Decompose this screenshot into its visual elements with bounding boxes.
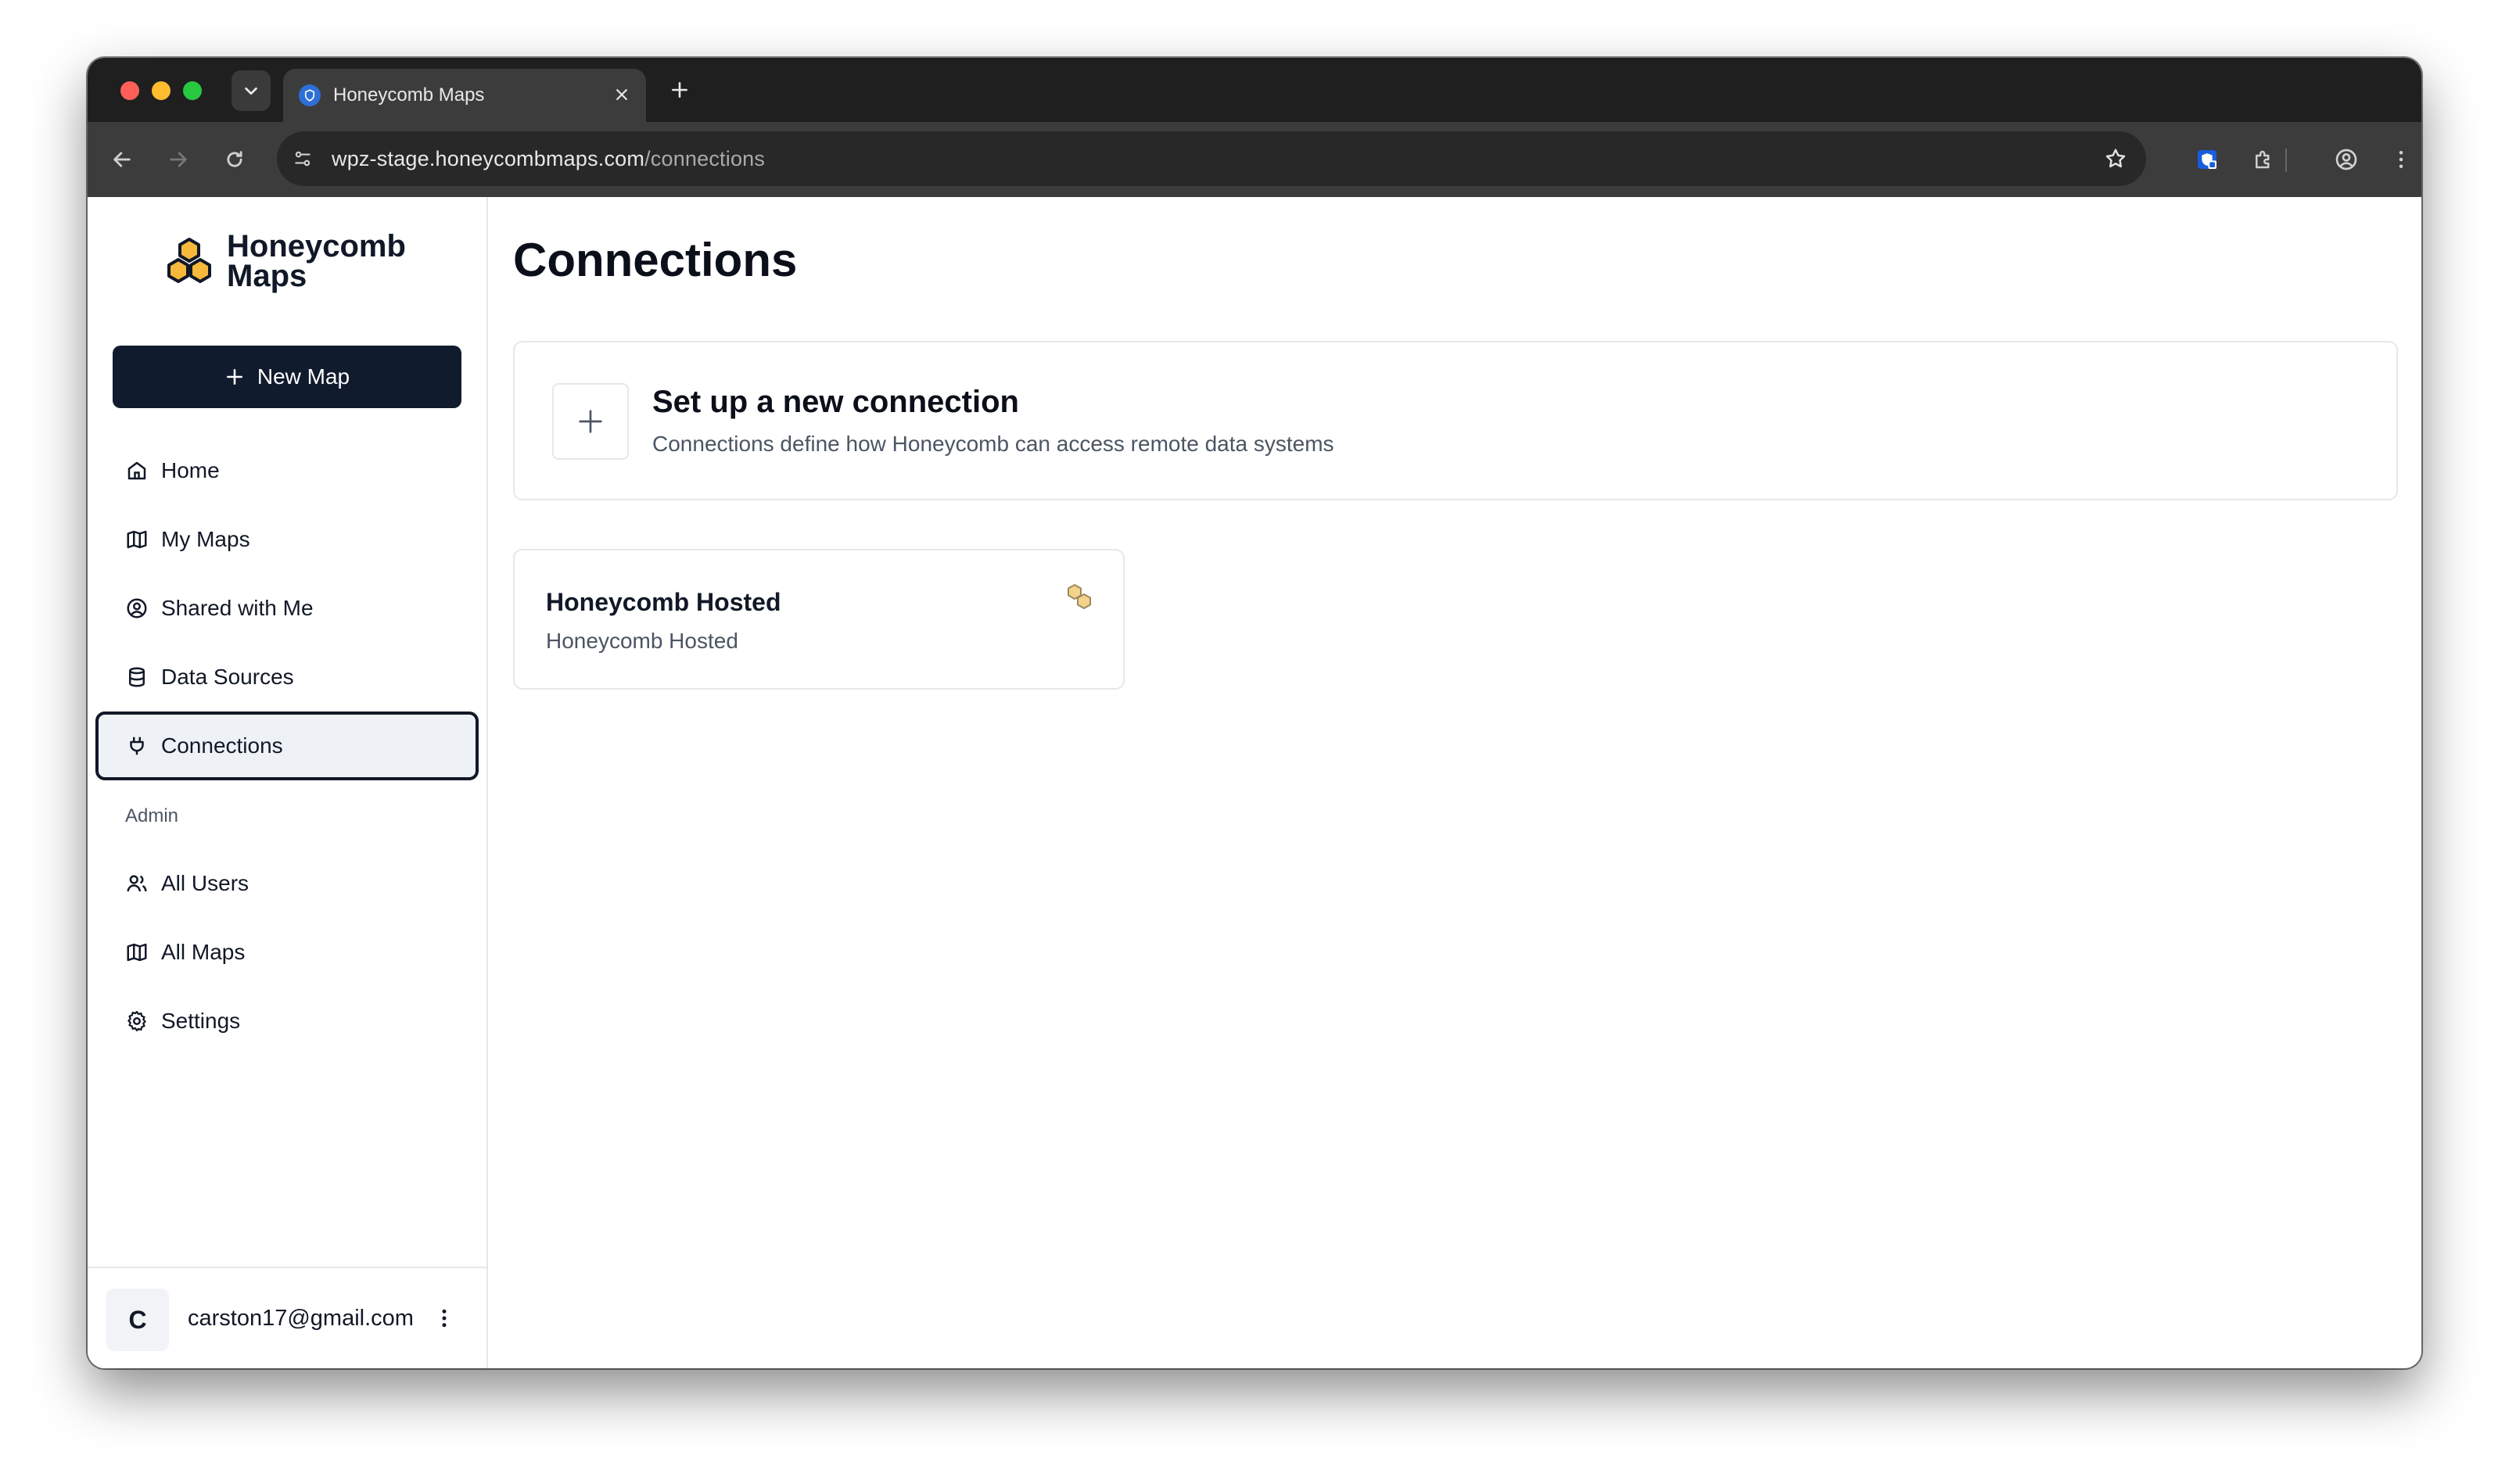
sidebar-item-my-maps[interactable]: My Maps [95,505,479,574]
avatar[interactable]: C [106,1289,169,1351]
arrow-right-icon [170,152,187,167]
sidebar-item-label: My Maps [161,527,250,551]
plus-icon [672,82,687,98]
user-email: carston17@gmail.com [188,1306,414,1331]
users-icon [124,870,150,897]
arrow-left-icon [113,152,131,167]
user-footer: C carston17@gmail.com [88,1267,486,1368]
new-tab-button[interactable] [662,72,698,108]
browser-window: Honeycomb Maps wpz-stage.honeycombmaps.c… [88,58,2421,1368]
new-connection-title: Set up a new connection [652,385,1019,419]
tab-search-button[interactable] [232,70,271,111]
sidebar-item-label: Shared with Me [161,596,314,620]
minimize-window-button[interactable] [152,81,170,100]
new-connection-description: Connections define how Honeycomb can acc… [652,432,1334,456]
sidebar-item-data-sources[interactable]: Data Sources [95,643,479,712]
bookmark-button[interactable] [2099,142,2132,175]
sidebar: Honeycomb Maps New Map Home My Maps Shar… [88,197,488,1368]
sidebar-item-home[interactable]: Home [95,436,479,505]
close-icon [616,89,627,100]
extension-bitwarden-button[interactable] [2190,142,2224,177]
new-map-label: New Map [257,364,350,389]
sidebar-item-label: Data Sources [161,665,294,689]
sidebar-item-label: Home [161,458,220,482]
sidebar-item-all-users[interactable]: All Users [95,849,479,918]
star-icon [2105,149,2126,168]
plug-icon [124,733,150,759]
tab-strip: Honeycomb Maps [88,58,2421,122]
brand-line-1: Honeycomb [227,229,406,263]
page-title: Connections [513,234,798,286]
browser-toolbar: wpz-stage.honeycombmaps.com/connections [88,122,2421,197]
app-content: Honeycomb Maps New Map Home My Maps Shar… [88,197,2421,1368]
url-host: wpz-stage.honeycombmaps.com [332,147,645,170]
chevron-down-icon [245,87,257,95]
add-connection-button[interactable] [552,383,629,460]
profile-icon [2335,149,2357,170]
new-map-button[interactable]: New Map [113,346,461,408]
more-vertical-icon [442,1309,447,1328]
tab-title: Honeycomb Maps [333,84,485,106]
sidebar-item-label: Connections [161,733,283,758]
tab-close-button[interactable] [610,83,634,106]
sidebar-item-label: All Users [161,871,249,895]
shield-icon [2198,150,2216,169]
reload-icon [227,151,242,167]
close-window-button[interactable] [120,81,139,100]
address-bar[interactable]: wpz-stage.honeycombmaps.com/connections [277,131,2146,186]
browser-menu-button[interactable] [2384,142,2418,177]
brand-line-2: Maps [227,259,307,293]
sidebar-item-settings[interactable]: Settings [95,987,479,1056]
honeycomb-logo-icon [167,238,211,283]
url-text: wpz-stage.honeycombmaps.com/connections [332,147,765,171]
database-icon [124,664,150,690]
extensions-button[interactable] [2246,142,2281,177]
plus-icon [579,410,602,433]
home-icon [124,457,150,484]
plus-icon [226,369,242,385]
profile-button[interactable] [2329,142,2364,177]
user-menu-button[interactable] [429,1303,460,1334]
more-vertical-icon [2399,151,2403,168]
brand-logo[interactable]: Honeycomb Maps [161,231,427,294]
brand-name: Honeycomb Maps [227,229,406,293]
favicon-icon [299,84,321,106]
connection-subtitle: Honeycomb Hosted [546,629,738,653]
new-connection-card[interactable]: Set up a new connection Connections defi… [513,341,2398,500]
sidebar-item-shared-with-me[interactable]: Shared with Me [95,574,479,643]
maximize-window-button[interactable] [183,81,202,100]
site-settings-icon[interactable] [288,144,318,174]
connection-title: Honeycomb Hosted [546,588,781,616]
map-icon [124,526,150,553]
sidebar-item-all-maps[interactable]: All Maps [95,918,479,987]
main-content: Connections Set up a new connection Conn… [488,197,2421,1368]
browser-tab[interactable]: Honeycomb Maps [283,69,646,122]
admin-section-label: Admin [125,805,179,826]
reload-button[interactable] [216,141,253,178]
sidebar-item-connections[interactable]: Connections [95,712,479,780]
forward-button[interactable] [160,141,197,178]
user-circle-icon [124,595,150,622]
puzzle-icon [2256,150,2270,169]
back-button[interactable] [103,141,141,178]
connection-card[interactable]: Honeycomb Hosted Honeycomb Hosted [513,549,1125,690]
map-icon [124,939,150,966]
toolbar-divider [2285,149,2287,172]
sidebar-item-label: Settings [161,1009,241,1033]
sidebar-item-label: All Maps [161,940,246,964]
honeycomb-icon [1068,584,1091,609]
url-path: /connections [644,147,766,170]
gear-icon [124,1008,150,1034]
